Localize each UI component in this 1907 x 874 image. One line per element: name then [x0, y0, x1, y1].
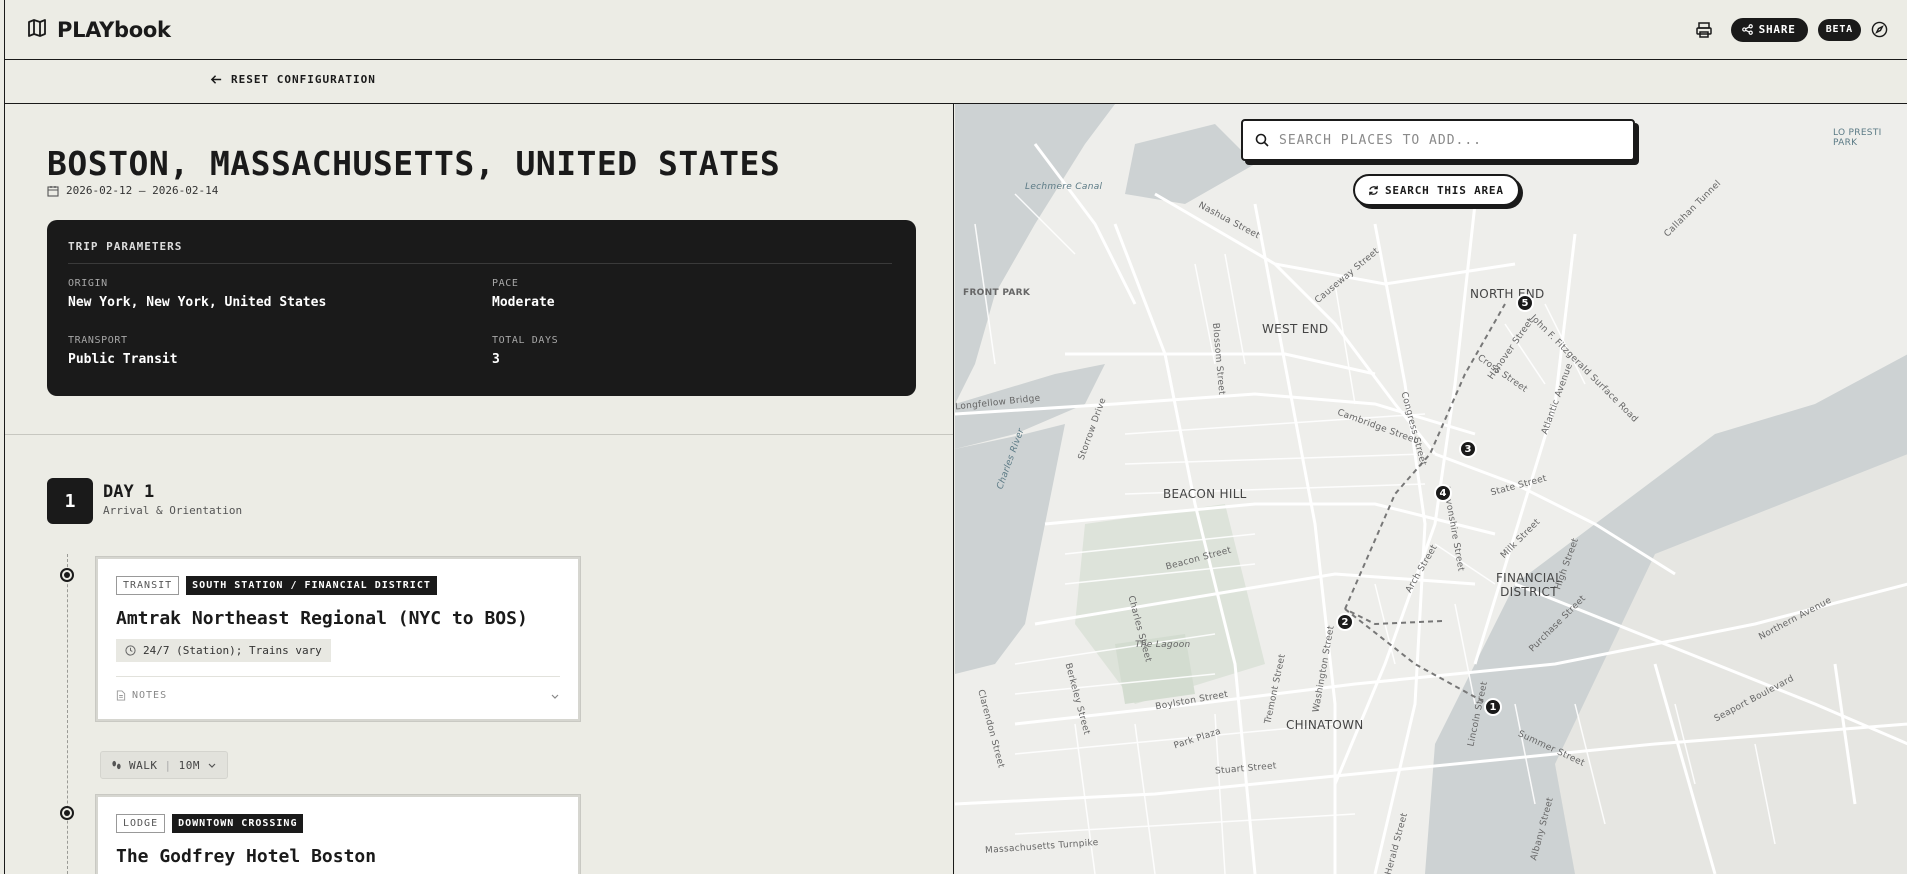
- app-frame: PLAYbook SHARE BETA RESET CONFIGURATION …: [4, 0, 1907, 874]
- walk-duration: 10M: [178, 758, 200, 772]
- transport-label: TRANSPORT: [68, 335, 128, 346]
- date-range: 2026-02-12 — 2026-02-14: [47, 184, 218, 197]
- total-days-param: TOTAL DAYS 3: [492, 335, 558, 367]
- notes-header: NOTES: [116, 690, 167, 701]
- chevron-down-icon: [208, 763, 216, 768]
- divider: [68, 263, 892, 264]
- place-label: FRONT PARK: [963, 288, 1031, 298]
- origin-label: ORIGIN: [68, 278, 108, 289]
- map-label-beacon-hill: BEACON HILL: [1163, 487, 1247, 501]
- clock-icon: [125, 645, 136, 656]
- origin-value: New York, New York, United States: [68, 295, 327, 310]
- stop-card[interactable]: TRANSIT SOUTH STATION / FINANCIAL DISTRI…: [96, 557, 580, 721]
- water-label: Lechmere Canal: [1025, 182, 1103, 192]
- calendar-icon: [47, 185, 59, 197]
- stop-tags: LODGE DOWNTOWN CROSSING: [116, 814, 560, 833]
- stop-name: The Godfrey Hotel Boston: [116, 846, 377, 867]
- stop-card[interactable]: LODGE DOWNTOWN CROSSING The Godfrey Hote…: [96, 795, 580, 874]
- notes-label: NOTES: [132, 690, 168, 701]
- explore-button[interactable]: [1871, 21, 1888, 38]
- place-label: The Lagoon: [1135, 640, 1191, 650]
- section-divider: [5, 434, 953, 435]
- map-panel[interactable]: NORTH END WEST END BEACON HILL FINANCIAL…: [955, 104, 1907, 874]
- map-marker[interactable]: 2: [1336, 613, 1354, 631]
- brand[interactable]: PLAYbook: [27, 18, 171, 42]
- stop-type-tag: TRANSIT: [116, 576, 180, 595]
- notes-toggle[interactable]: NOTES: [116, 676, 560, 714]
- timeline-dot: [60, 806, 74, 820]
- map-marker[interactable]: 5: [1516, 294, 1534, 312]
- stop-area-tag: DOWNTOWN CROSSING: [172, 814, 304, 833]
- destination-title: BOSTON, MASSACHUSETTS, UNITED STATES: [47, 144, 781, 183]
- pace-label: PACE: [492, 278, 519, 289]
- place-label: LO PRESTI PARK: [1833, 128, 1882, 148]
- day-subtitle: Arrival & Orientation: [103, 504, 243, 517]
- map-search-box[interactable]: [1241, 119, 1635, 161]
- share-label: SHARE: [1758, 23, 1796, 36]
- transport-param: TRANSPORT Public Transit: [68, 335, 178, 367]
- walk-leg-selector[interactable]: WALK | 10M: [100, 751, 228, 779]
- map-marker[interactable]: 1: [1484, 698, 1502, 716]
- stop-type-tag: LODGE: [116, 814, 166, 833]
- map-marker[interactable]: 4: [1434, 484, 1452, 502]
- print-button[interactable]: [1695, 21, 1713, 39]
- map-marker[interactable]: 3: [1459, 440, 1477, 458]
- stop-tags: TRANSIT SOUTH STATION / FINANCIAL DISTRI…: [116, 576, 560, 595]
- pace-param: PACE Moderate: [492, 278, 555, 310]
- total-days-value: 3: [492, 352, 500, 367]
- itinerary-panel: BOSTON, MASSACHUSETTS, UNITED STATES 202…: [5, 104, 954, 874]
- search-this-area-button[interactable]: SEARCH THIS AREA: [1353, 174, 1520, 206]
- hours-text: 24/7 (Station); Trains vary: [143, 644, 322, 657]
- origin-param: ORIGIN New York, New York, United States: [68, 278, 326, 310]
- document-icon: [116, 690, 126, 701]
- reset-label: RESET CONFIGURATION: [231, 73, 376, 86]
- arrow-left-icon: [210, 75, 222, 84]
- map-label-chinatown: CHINATOWN: [1286, 718, 1364, 732]
- walk-separator: |: [164, 758, 172, 772]
- transport-value: Public Transit: [68, 352, 178, 367]
- chevron-down-icon: [551, 694, 559, 699]
- pace-value: Moderate: [492, 295, 555, 310]
- printer-icon: [1695, 21, 1712, 38]
- stop-area-tag: SOUTH STATION / FINANCIAL DISTRICT: [186, 576, 437, 595]
- refresh-icon: [1369, 185, 1378, 195]
- search-this-area-label: SEARCH THIS AREA: [1385, 183, 1504, 197]
- hours-chip: 24/7 (Station); Trains vary: [116, 639, 331, 662]
- sub-bar: RESET CONFIGURATION: [5, 60, 1907, 104]
- share-icon: [1741, 24, 1753, 35]
- walk-mode: WALK: [129, 758, 158, 772]
- compass-icon: [1871, 21, 1888, 38]
- map-book-icon: [27, 18, 47, 42]
- map-canvas[interactable]: [955, 104, 1907, 874]
- map-search-input[interactable]: [1279, 132, 1621, 148]
- trip-parameters-heading: TRIP PARAMETERS: [68, 240, 183, 253]
- share-button[interactable]: SHARE: [1730, 17, 1808, 42]
- map-label-west-end: WEST END: [1262, 322, 1329, 336]
- day-title: DAY 1: [103, 482, 155, 502]
- beta-badge: BETA: [1817, 18, 1861, 41]
- total-days-label: TOTAL DAYS: [492, 335, 559, 346]
- date-range-text: 2026-02-12 — 2026-02-14: [66, 184, 219, 197]
- stop-name: Amtrak Northeast Regional (NYC to BOS): [116, 608, 528, 629]
- top-bar: PLAYbook SHARE BETA: [5, 0, 1907, 60]
- day-number-badge: 1: [47, 478, 93, 524]
- search-icon: [1255, 133, 1269, 147]
- app-title: PLAYbook: [57, 17, 171, 42]
- reset-configuration-button[interactable]: RESET CONFIGURATION: [210, 73, 376, 86]
- trip-parameters-card: TRIP PARAMETERS ORIGIN New York, New Yor…: [47, 220, 916, 396]
- timeline-line: [67, 554, 68, 874]
- timeline-dot: [60, 568, 74, 582]
- footprints-icon: [112, 760, 121, 769]
- header-actions: SHARE BETA: [1695, 17, 1888, 42]
